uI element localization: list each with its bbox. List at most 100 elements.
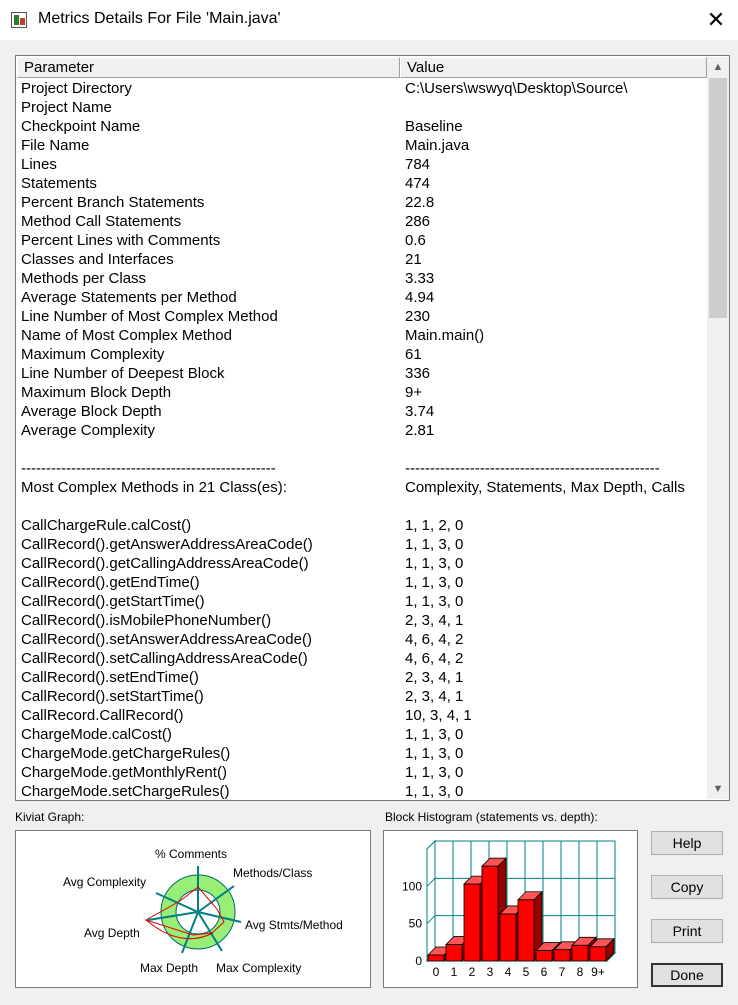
value-cell: 1, 1, 3, 0 xyxy=(405,536,464,553)
table-row[interactable]: Average Statements per Method 4.94 xyxy=(16,288,706,307)
close-icon[interactable]: ✕ xyxy=(700,6,732,34)
help-button[interactable]: Help xyxy=(651,831,723,855)
histogram-bar xyxy=(571,944,589,962)
parameter-cell: CallRecord().setStartTime() xyxy=(21,688,204,705)
table-row[interactable]: ChargeMode.getMonthlyRent() 1, 1, 3, 0 xyxy=(16,763,706,782)
value-cell: 2, 3, 4, 1 xyxy=(405,612,464,629)
table-row[interactable]: Line Number of Deepest Block 336 xyxy=(16,364,706,383)
table-row[interactable]: CallRecord().isMobilePhoneNumber() 2, 3, … xyxy=(16,611,706,630)
table-row[interactable]: Most Complex Methods in 21 Class(es): Com… xyxy=(16,478,706,497)
table-row[interactable]: CallRecord.CallRecord() 10, 3, 4, 1 xyxy=(16,706,706,725)
table-row[interactable]: Lines 784 xyxy=(16,155,706,174)
table-row[interactable]: Average Complexity 2.81 xyxy=(16,421,706,440)
scrollbar-thumb[interactable] xyxy=(709,78,727,318)
table-row[interactable]: File Name Main.java xyxy=(16,136,706,155)
parameter-cell: Methods per Class xyxy=(21,270,147,287)
histogram-x-tick-label: 6 xyxy=(541,965,548,979)
scroll-up-icon[interactable]: ▲ xyxy=(707,57,729,77)
table-row[interactable] xyxy=(16,497,706,516)
parameter-cell: CallRecord().getStartTime() xyxy=(21,593,205,610)
parameter-cell: Name of Most Complex Method xyxy=(21,327,232,344)
kiviat-axis-label-avg-depth: Avg Depth xyxy=(84,926,140,940)
parameter-cell: Statements xyxy=(21,175,97,192)
table-row[interactable]: Percent Lines with Comments 0.6 xyxy=(16,231,706,250)
vertical-scrollbar[interactable]: ▲ ▼ xyxy=(707,57,729,799)
histogram-x-tick-label: 8 xyxy=(577,965,584,979)
parameter-cell: CallRecord().getCallingAddressAreaCode() xyxy=(21,555,309,572)
table-row[interactable]: Methods per Class 3.33 xyxy=(16,269,706,288)
parameter-cell: ChargeMode.setChargeRules() xyxy=(21,783,230,800)
table-row[interactable]: ----------------------------------------… xyxy=(16,459,706,478)
parameter-cell: Project Name xyxy=(21,99,112,116)
parameter-cell: ChargeMode.getChargeRules() xyxy=(21,745,231,762)
value-cell: Baseline xyxy=(405,118,463,135)
column-header-parameter[interactable]: Parameter xyxy=(17,57,400,78)
table-row[interactable] xyxy=(16,440,706,459)
value-cell: ----------------------------------------… xyxy=(405,460,660,477)
copy-button[interactable]: Copy xyxy=(651,875,723,899)
value-cell: 3.33 xyxy=(405,270,435,287)
kiviat-axis-label-comments: % Comments xyxy=(155,847,227,861)
table-row[interactable]: Method Call Statements 286 xyxy=(16,212,706,231)
table-row[interactable]: CallChargeRule.calCost() 1, 1, 2, 0 xyxy=(16,516,706,535)
value-cell: 784 xyxy=(405,156,431,173)
value-cell: 286 xyxy=(405,213,431,230)
histogram-bar xyxy=(553,949,571,962)
column-header-value[interactable]: Value xyxy=(400,57,707,78)
value-cell: 10, 3, 4, 1 xyxy=(405,707,472,724)
parameter-cell: CallChargeRule.calCost() xyxy=(21,517,192,534)
done-button[interactable]: Done xyxy=(651,963,723,987)
table-row[interactable]: CallRecord().setEndTime() 2, 3, 4, 1 xyxy=(16,668,706,687)
kiviat-axis-label-avg-stmts: Avg Stmts/Method xyxy=(245,918,343,932)
table-row[interactable]: ChargeMode.calCost() 1, 1, 3, 0 xyxy=(16,725,706,744)
value-cell: 1, 1, 3, 0 xyxy=(405,726,464,743)
value-cell: 9+ xyxy=(405,384,423,401)
table-row[interactable]: Name of Most Complex Method Main.main() xyxy=(16,326,706,345)
scroll-down-icon[interactable]: ▼ xyxy=(707,779,729,799)
table-row[interactable]: ChargeMode.setChargeRules() 1, 1, 3, 0 xyxy=(16,782,706,800)
table-row[interactable]: CallRecord().setCallingAddressAreaCode()… xyxy=(16,649,706,668)
table-row[interactable]: CallRecord().getAnswerAddressAreaCode() 1… xyxy=(16,535,706,554)
histogram-svg: 0501000 1 2 3 4 5 6 7 8 9+ xyxy=(402,839,617,979)
kiviat-axis-label-avg-complexity: Avg Complexity xyxy=(63,875,146,889)
parameter-cell: Percent Lines with Comments xyxy=(21,232,221,249)
table-row[interactable]: Average Block Depth 3.74 xyxy=(16,402,706,421)
table-row[interactable]: Percent Branch Statements 22.8 xyxy=(16,193,706,212)
table-row[interactable]: Checkpoint Name Baseline xyxy=(16,117,706,136)
parameter-cell: Maximum Block Depth xyxy=(21,384,172,401)
table-row[interactable]: CallRecord().getEndTime() 1, 1, 3, 0 xyxy=(16,573,706,592)
parameter-cell: CallRecord.CallRecord() xyxy=(21,707,184,724)
block-histogram: 0 50 100 0 1 2 3 4 5 6 7 8 9+ xyxy=(383,830,638,988)
histogram-bar xyxy=(517,899,535,962)
table-row[interactable]: CallRecord().getCallingAddressAreaCode()… xyxy=(16,554,706,573)
table-row[interactable]: Line Number of Most Complex Method 230 xyxy=(16,307,706,326)
value-cell: 2.81 xyxy=(405,422,435,439)
parameter-cell: Line Number of Deepest Block xyxy=(21,365,225,382)
histogram-bar xyxy=(427,954,445,962)
histogram-x-tick-label: 9+ xyxy=(591,965,605,979)
table-row[interactable]: CallRecord().setStartTime() 2, 3, 4, 1 xyxy=(16,687,706,706)
table-row[interactable]: CallRecord().setAnswerAddressAreaCode() 4… xyxy=(16,630,706,649)
parameter-cell: Average Block Depth xyxy=(21,403,162,420)
histogram-x-tick-label: 3 xyxy=(487,965,494,979)
table-row[interactable]: Project Directory C:\Users\wswyq\Desktop\… xyxy=(16,79,706,98)
histogram-bar xyxy=(463,883,481,962)
value-cell: 21 xyxy=(405,251,422,268)
value-cell: 1, 1, 3, 0 xyxy=(405,555,464,572)
value-cell: 3.74 xyxy=(405,403,435,420)
value-cell: 230 xyxy=(405,308,431,325)
table-row[interactable]: ChargeMode.getChargeRules() 1, 1, 3, 0 xyxy=(16,744,706,763)
table-row[interactable]: Statements 474 xyxy=(16,174,706,193)
histogram-x-tick-label: 4 xyxy=(505,965,512,979)
table-row[interactable]: CallRecord().getStartTime() 1, 1, 3, 0 xyxy=(16,592,706,611)
value-cell: Main.main() xyxy=(405,327,485,344)
parameter-cell: Percent Branch Statements xyxy=(21,194,205,211)
print-button[interactable]: Print xyxy=(651,919,723,943)
table-row[interactable]: Project Name xyxy=(16,98,706,117)
window-title: Metrics Details For File 'Main.java' xyxy=(38,10,281,27)
metrics-list[interactable]: Parameter Value Project Directory C:\User… xyxy=(15,55,730,801)
value-cell: 1, 1, 3, 0 xyxy=(405,783,464,800)
table-row[interactable]: Classes and Interfaces 21 xyxy=(16,250,706,269)
table-row[interactable]: Maximum Complexity 61 xyxy=(16,345,706,364)
table-row[interactable]: Maximum Block Depth 9+ xyxy=(16,383,706,402)
